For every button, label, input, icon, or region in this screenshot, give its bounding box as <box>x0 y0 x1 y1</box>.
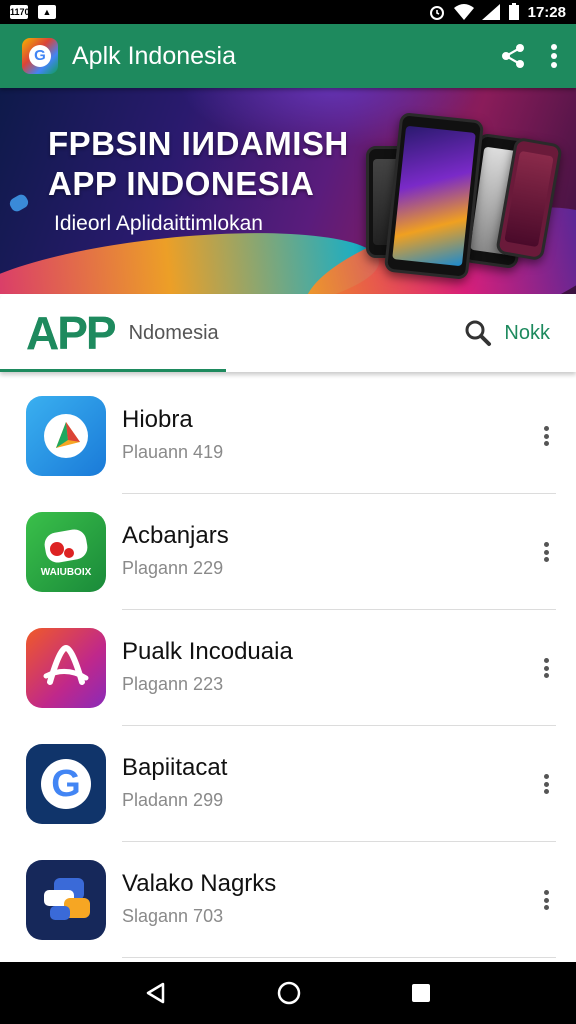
app-logo-icon: G <box>22 38 58 74</box>
swirl-a-icon <box>26 628 106 708</box>
app-bar: G Aplk Indonesia <box>0 24 576 88</box>
home-icon[interactable] <box>276 980 302 1006</box>
banner-subtitle: Idieorl Aplidaittimlokan <box>54 212 263 235</box>
battery-icon <box>508 3 519 20</box>
wifi-icon <box>453 4 474 20</box>
more-options-icon[interactable] <box>536 888 556 912</box>
list-item[interactable]: WAIUBOIX Acbanjars Plagann 229 <box>0 494 576 610</box>
navigation-bar <box>0 962 576 1024</box>
list-item[interactable]: G Bapiitacat Pladann 299 <box>0 726 576 842</box>
app-brand-logo: APP <box>26 307 117 359</box>
item-title: Pualk Incoduaia <box>122 638 293 665</box>
list-item[interactable]: Hiobra Plauann 419 <box>0 378 576 494</box>
item-subtitle: Plauann 419 <box>122 442 224 462</box>
more-options-icon[interactable] <box>536 424 556 448</box>
alarm-icon <box>429 6 444 20</box>
tab-indicator <box>0 369 226 372</box>
recents-icon[interactable] <box>410 982 432 1004</box>
item-title: Hiobra <box>122 406 193 433</box>
tab-bar: APP Ndomesia Nokk <box>0 294 576 372</box>
search-label: Nokk <box>504 321 550 344</box>
more-options-icon[interactable] <box>536 540 556 564</box>
banner-title: FPBSIN IИDAMISH APP INDONESIA <box>48 125 349 202</box>
notification-badge-icon: 1170 <box>10 5 30 19</box>
overflow-menu-icon[interactable] <box>550 43 558 69</box>
share-icon[interactable] <box>500 43 526 69</box>
g-logo-icon: G <box>26 744 106 824</box>
item-subtitle: Slagann 703 <box>122 906 224 926</box>
status-time: 17:28 <box>527 3 566 21</box>
item-title: Valako Nagrks <box>122 870 277 897</box>
more-options-icon[interactable] <box>536 656 556 680</box>
phone-illustration <box>383 112 485 280</box>
divider <box>122 957 556 958</box>
status-bar: 1170 ▲ 17:28 <box>0 0 576 24</box>
item-subtitle: Plagann 229 <box>122 558 224 578</box>
promo-banner[interactable]: FPBSIN IИDAMISH APP INDONESIA Idieorl Ap… <box>0 88 576 294</box>
app-title: Aplk Indonesia <box>72 41 237 70</box>
app-list: Hiobra Plauann 419 WAIUBOIX Acbanjars Pl… <box>0 378 576 958</box>
back-icon[interactable] <box>144 981 168 1005</box>
item-title: Bapiitacat <box>122 754 228 781</box>
item-subtitle: Plagann 223 <box>122 674 224 694</box>
search-icon <box>465 320 492 346</box>
chat-blocks-icon <box>26 860 106 940</box>
search-button[interactable]: Nokk <box>464 319 550 347</box>
list-item[interactable]: Valako Nagrks Slagann 703 <box>0 842 576 958</box>
image-notification-icon: ▲ <box>38 5 56 19</box>
list-item[interactable]: Pualk Incoduaia Plagann 223 <box>0 610 576 726</box>
paper-plane-icon <box>26 396 106 476</box>
signal-icon <box>481 4 500 20</box>
more-options-icon[interactable] <box>536 772 556 796</box>
tab-indonesia[interactable]: Ndomesia <box>129 322 219 345</box>
item-title: Acbanjars <box>122 522 229 549</box>
game-controller-icon: WAIUBOIX <box>26 512 106 592</box>
item-subtitle: Pladann 299 <box>122 790 224 810</box>
